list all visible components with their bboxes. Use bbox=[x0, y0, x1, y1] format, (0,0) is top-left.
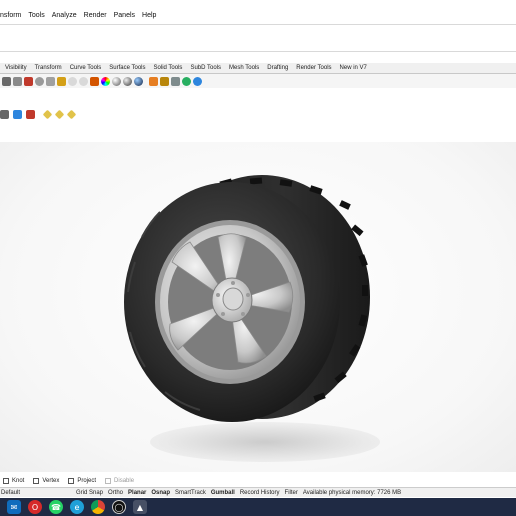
sphere-icon[interactable] bbox=[112, 76, 121, 86]
status-memory: Available physical memory: 7726 MB bbox=[302, 489, 402, 496]
lightbulb-icon[interactable] bbox=[68, 76, 77, 86]
car-icon[interactable] bbox=[24, 76, 33, 86]
blue-sphere-icon[interactable] bbox=[134, 76, 143, 86]
status-ortho[interactable]: Ortho bbox=[108, 490, 123, 496]
material-ball-icon[interactable] bbox=[90, 76, 99, 86]
lightbulb-icon[interactable] bbox=[79, 76, 88, 86]
rim-hub-cap bbox=[222, 287, 244, 311]
obs-icon[interactable]: ◯ bbox=[112, 500, 126, 514]
status-grid-snap[interactable]: Grid Snap bbox=[76, 490, 103, 496]
osnap-project-label: Project bbox=[77, 477, 97, 484]
tire-render bbox=[124, 175, 370, 422]
osnap-vertex[interactable]: Vertex bbox=[33, 477, 60, 484]
render-sphere-icon[interactable] bbox=[123, 76, 132, 86]
tab-new-in-v7[interactable]: New in V7 bbox=[340, 65, 367, 71]
opera-icon[interactable]: O bbox=[28, 500, 42, 514]
menu-transform[interactable]: nsform bbox=[0, 12, 21, 19]
osnap-disable-label: Disable bbox=[114, 477, 135, 484]
settings-icon[interactable] bbox=[160, 76, 169, 86]
tab-render-tools[interactable]: Render Tools bbox=[296, 65, 331, 71]
checkbox-project[interactable] bbox=[68, 477, 75, 484]
diamond-icon[interactable] bbox=[66, 109, 77, 119]
x-icon[interactable] bbox=[26, 109, 35, 119]
tab-transform[interactable]: Transform bbox=[35, 65, 62, 71]
tab-subd-tools[interactable]: SubD Tools bbox=[190, 65, 221, 71]
selection-icon[interactable] bbox=[171, 76, 180, 86]
tab-drafting[interactable]: Drafting bbox=[267, 65, 288, 71]
curve-network-icon[interactable] bbox=[57, 76, 66, 86]
main-toolbar bbox=[0, 74, 516, 88]
toolbar-tabs: Visibility Transform Curve Tools Surface… bbox=[0, 63, 516, 74]
menu-render[interactable]: Render bbox=[84, 12, 107, 19]
edge-icon[interactable]: e bbox=[70, 500, 84, 514]
tab-curve-tools[interactable]: Curve Tools bbox=[70, 65, 102, 71]
outlook-icon[interactable]: ✉ bbox=[7, 500, 21, 514]
status-osnap[interactable]: Osnap bbox=[151, 490, 170, 496]
curve-icon[interactable] bbox=[46, 76, 55, 86]
rhino-window: nsform Tools Analyze Render Panels Help … bbox=[0, 0, 516, 516]
menu-bar: nsform Tools Analyze Render Panels Help bbox=[0, 8, 516, 23]
diamond-icon[interactable] bbox=[42, 109, 53, 119]
osnap-knot-label: Knot bbox=[12, 477, 25, 484]
status-record-history[interactable]: Record History bbox=[240, 490, 280, 496]
globe-icon[interactable] bbox=[182, 76, 191, 86]
grid-icon[interactable] bbox=[13, 76, 22, 86]
grid-select-icon[interactable] bbox=[0, 109, 9, 119]
brush-icon[interactable] bbox=[149, 76, 158, 86]
osnap-knot[interactable]: Knot bbox=[3, 477, 25, 484]
color-wheel-icon[interactable] bbox=[101, 76, 110, 86]
status-bar: Default Grid Snap Ortho Planar Osnap Sma… bbox=[0, 487, 516, 497]
viewport[interactable] bbox=[0, 142, 516, 472]
whatsapp-icon[interactable]: ☎ bbox=[49, 500, 63, 514]
menu-tools[interactable]: Tools bbox=[28, 12, 44, 19]
rotate-view-icon[interactable] bbox=[2, 76, 11, 86]
secondary-toolbar bbox=[0, 107, 120, 121]
checkbox-vertex[interactable] bbox=[33, 477, 40, 484]
tab-surface-tools[interactable]: Surface Tools bbox=[109, 65, 145, 71]
menu-analyze[interactable]: Analyze bbox=[52, 12, 77, 19]
tab-mesh-tools[interactable]: Mesh Tools bbox=[229, 65, 259, 71]
osnap-bar: Knot Vertex Project Disable bbox=[0, 475, 516, 486]
chrome-icon[interactable] bbox=[91, 500, 105, 514]
help-icon[interactable] bbox=[193, 76, 202, 86]
tab-solid-tools[interactable]: Solid Tools bbox=[154, 65, 183, 71]
status-filter[interactable]: Filter bbox=[285, 490, 298, 496]
status-gumball[interactable]: Gumball bbox=[211, 490, 235, 496]
tab-visibility[interactable]: Visibility bbox=[5, 65, 27, 71]
command-line[interactable] bbox=[0, 24, 516, 52]
checkbox-disable[interactable] bbox=[105, 477, 112, 484]
status-smarttrack[interactable]: SmartTrack bbox=[175, 490, 206, 496]
menu-panels[interactable]: Panels bbox=[114, 12, 135, 19]
rhino-icon[interactable]: ▲ bbox=[133, 500, 147, 514]
status-planar[interactable]: Planar bbox=[128, 490, 146, 496]
windows-taskbar: ✉ O ☎ e ◯ ▲ bbox=[0, 498, 516, 516]
osnap-vertex-label: Vertex bbox=[42, 477, 60, 484]
copy-icon[interactable] bbox=[13, 109, 22, 119]
menu-help[interactable]: Help bbox=[142, 12, 156, 19]
osnap-disable[interactable]: Disable bbox=[105, 477, 135, 484]
circle-icon[interactable] bbox=[35, 76, 44, 86]
osnap-project[interactable]: Project bbox=[68, 477, 97, 484]
diamond-icon[interactable] bbox=[54, 109, 65, 119]
checkbox-knot[interactable] bbox=[3, 477, 9, 484]
current-layer[interactable]: Default bbox=[1, 490, 71, 496]
